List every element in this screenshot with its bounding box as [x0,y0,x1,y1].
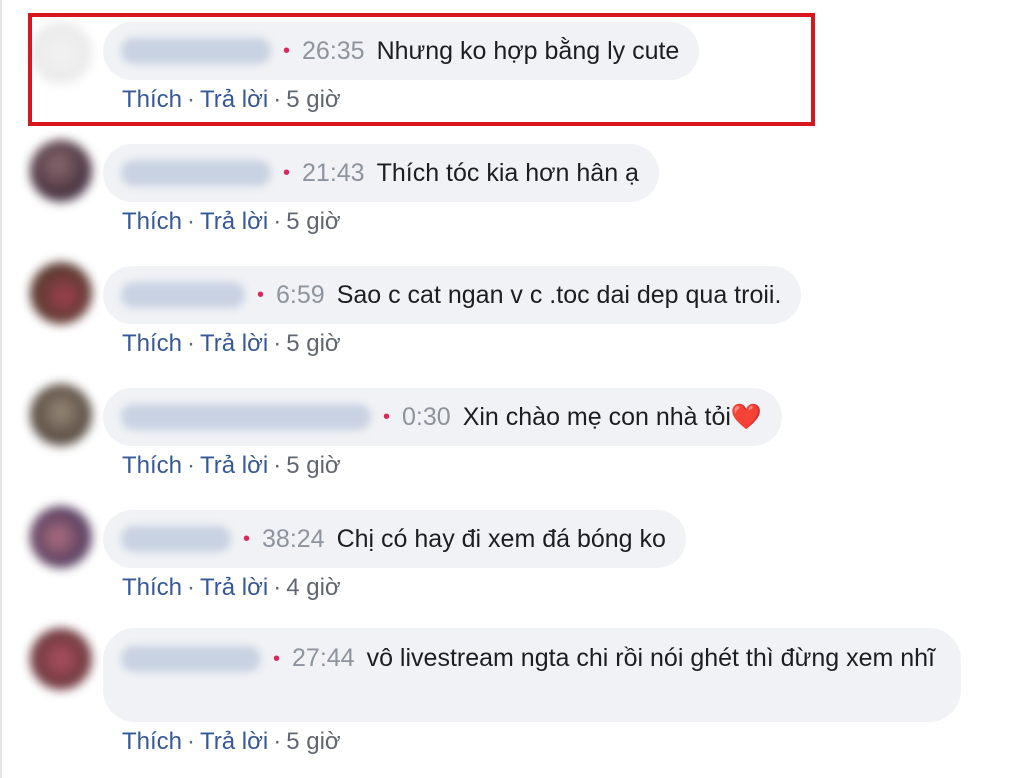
separator-dot: • [283,162,291,184]
comment-bubble: • 6:59 Sao c cat ngan v c .toc dai dep q… [103,266,802,324]
comment-text: vô livestream ngta chi rồi nói ghét thì … [366,644,935,672]
separator-dot: • [273,648,281,671]
separator-dot: • [243,528,251,550]
avatar[interactable] [30,628,92,690]
like-link[interactable]: Thích [122,574,182,601]
separator-dot: • [257,284,265,306]
comment-age[interactable]: 5 giờ [286,208,340,235]
author-name-redacted[interactable] [121,526,231,552]
video-timestamp-link[interactable]: 6:59 [276,279,325,311]
separator: · [187,330,196,357]
reply-link[interactable]: Trả lời [200,574,268,601]
author-name-redacted[interactable] [121,282,245,308]
author-name-redacted[interactable] [121,404,371,430]
heart-emoji-icon: ❤️ [730,403,763,431]
comment-text: Sao c cat ngan v c .toc dai dep qua troi… [336,281,782,309]
reply-link[interactable]: Trả lời [200,728,268,755]
like-link[interactable]: Thích [122,728,182,755]
avatar[interactable] [30,140,92,202]
separator: · [187,452,196,479]
comment-bubble: • 0:30 Xin chào mẹ con nhà tỏi ❤️ [103,388,783,446]
video-timestamp-link[interactable]: 38:24 [262,523,325,555]
reply-link[interactable]: Trả lời [200,452,268,479]
reply-link[interactable]: Trả lời [200,330,268,357]
like-link[interactable]: Thích [122,452,182,479]
comment-age[interactable]: 4 giờ [286,574,340,601]
separator: · [187,574,196,601]
avatar[interactable] [30,506,92,568]
comment-actions: Thích · Trả lời · 5 giờ [122,451,341,481]
comment-bubble: • 27:44 vô livestream ngta chi rồi nói ghé… [103,628,961,722]
video-timestamp-link[interactable]: 0:30 [402,401,451,433]
separator: · [273,330,282,357]
comment-text: Xin chào mẹ con nhà tỏi [462,403,731,431]
highlight-box [28,13,815,126]
separator-dot: • [383,406,391,428]
video-timestamp-link[interactable]: 27:44 [292,644,355,672]
comment-text: Chị có hay đi xem đá bóng ko [336,525,666,553]
separator: · [187,208,196,235]
comment-actions: Thích · Trả lời · 5 giờ [122,329,341,359]
reply-link[interactable]: Trả lời [200,208,268,235]
comment-age[interactable]: 5 giờ [286,330,340,357]
separator: · [273,452,282,479]
separator: · [273,728,282,755]
video-timestamp-link[interactable]: 21:43 [302,157,365,189]
comment-bubble: • 38:24 Chị có hay đi xem đá bóng ko [103,510,686,568]
comment-age[interactable]: 5 giờ [286,452,340,479]
author-name-redacted[interactable] [121,646,261,673]
comment-text: Thích tóc kia hơn hân ạ [376,159,639,187]
author-name-redacted[interactable] [121,160,271,186]
avatar[interactable] [30,262,92,324]
like-link[interactable]: Thích [122,208,182,235]
separator: · [273,208,282,235]
comment-bubble: • 21:43 Thích tóc kia hơn hân ạ [103,144,659,202]
separator: · [273,574,282,601]
avatar[interactable] [30,384,92,446]
comment-age[interactable]: 5 giờ [286,728,340,755]
comment-actions: Thích · Trả lời · 4 giờ [122,573,341,603]
like-link[interactable]: Thích [122,330,182,357]
separator: · [187,728,196,755]
comment-actions: Thích · Trả lời · 5 giờ [122,727,341,757]
comment-actions: Thích · Trả lời · 5 giờ [122,207,341,237]
